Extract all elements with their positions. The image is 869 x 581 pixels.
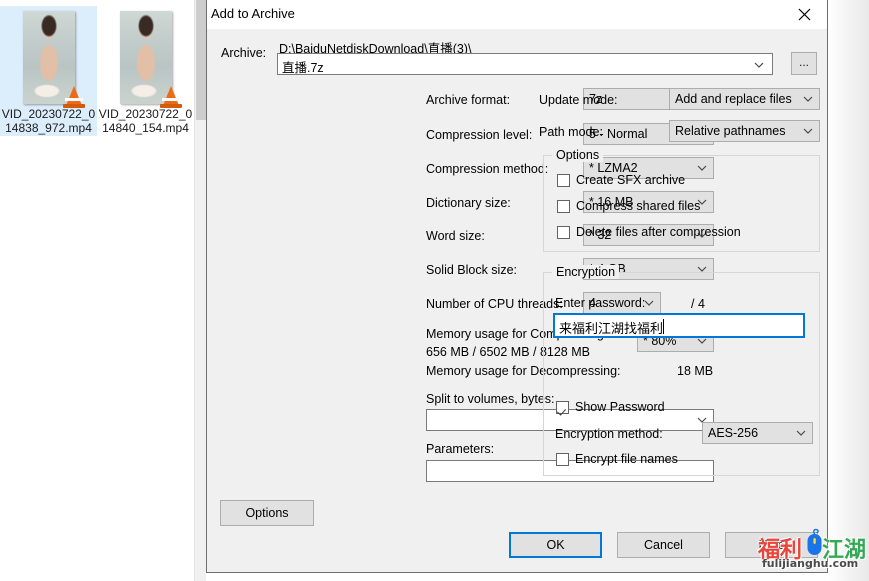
encryption-method-combobox[interactable]: AES-256 [702, 422, 813, 444]
encrypt-file-names-label: Encrypt file names [575, 452, 678, 466]
delete-files-after-compression-checkbox[interactable]: Delete files after compression [557, 225, 741, 239]
dictionary-size-label: Dictionary size: [426, 196, 511, 210]
checkbox-box [557, 173, 570, 187]
update-mode-value: Add and replace files [675, 92, 792, 106]
archive-name-value: 直播.7z [282, 61, 324, 75]
password-value: 来福利江湖找福利 [559, 322, 664, 337]
compress-shared-files-checkbox[interactable]: Compress shared files [557, 199, 700, 213]
file-item[interactable]: VID_20230722_014840_154.mp4 [97, 6, 194, 136]
scrollbar-thumb[interactable] [196, 0, 206, 120]
close-icon[interactable] [782, 0, 827, 29]
split-volumes-label: Split to volumes, bytes: [426, 392, 555, 406]
compression-method-label: Compression method: [426, 162, 549, 176]
enter-password-label: Enter password: [555, 296, 646, 310]
dialog-titlebar: Add to Archive [207, 0, 827, 29]
checkbox-box [556, 400, 569, 414]
path-mode-label: Path mode: [539, 125, 603, 139]
archive-label: Archive: [221, 46, 267, 60]
desktop-background [828, 0, 869, 581]
text-caret [663, 319, 664, 334]
show-password-label: Show Password [575, 400, 665, 414]
checkbox-box [557, 199, 570, 213]
compress-shared-files-label: Compress shared files [576, 199, 701, 213]
file-name-label: VID_20230722_014838_972.mp4 [1, 107, 96, 135]
video-thumbnail [22, 11, 85, 108]
options-group-title: Options [552, 148, 604, 162]
update-mode-combobox[interactable]: Add and replace files [669, 88, 820, 110]
solid-block-size-label: Solid Block size: [426, 263, 518, 277]
file-grid: VID_20230722_014838_972.mp4 VID_20230722… [0, 6, 194, 136]
file-name-label: VID_20230722_014840_154.mp4 [98, 107, 193, 135]
vlc-cone-icon [159, 86, 182, 108]
checkbox-box [556, 452, 569, 466]
path-mode-value: Relative pathnames [675, 124, 786, 138]
dialog-title: Add to Archive [211, 6, 295, 21]
help-button[interactable]: Help [725, 532, 818, 558]
update-mode-label: Update mode: [539, 93, 618, 107]
path-mode-combobox[interactable]: Relative pathnames [669, 120, 820, 142]
compression-level-label: Compression level: [426, 128, 533, 142]
explorer-scrollbar[interactable] [194, 0, 206, 581]
archive-format-label: Archive format: [426, 93, 511, 107]
options-button[interactable]: Options [220, 500, 314, 526]
encrypt-file-names-checkbox[interactable]: Encrypt file names [556, 452, 678, 466]
browse-button[interactable]: ... [791, 52, 817, 75]
chevron-down-icon [796, 430, 806, 436]
show-password-checkbox[interactable]: Show Password [556, 400, 665, 414]
password-input[interactable]: 来福利江湖找福利 [553, 313, 805, 338]
chevron-down-icon [803, 128, 813, 134]
encryption-method-value: AES-256 [708, 426, 759, 440]
file-item[interactable]: VID_20230722_014838_972.mp4 [0, 6, 97, 136]
chevron-down-icon [754, 62, 764, 68]
encryption-method-label: Encryption method: [555, 427, 663, 441]
create-sfx-archive-checkbox[interactable]: Create SFX archive [557, 173, 685, 187]
chevron-down-icon [803, 96, 813, 102]
encryption-group-title: Encryption [552, 265, 620, 279]
explorer-window: VID_20230722_014838_972.mp4 VID_20230722… [0, 0, 206, 581]
add-to-archive-dialog: Add to Archive Archive: D:\BaiduNetdiskD… [206, 0, 828, 573]
parameters-label: Parameters: [426, 442, 495, 456]
archive-name-combobox[interactable]: 直播.7z [277, 53, 773, 75]
checkbox-box [557, 225, 570, 239]
ok-button[interactable]: OK [509, 532, 602, 558]
cancel-button[interactable]: Cancel [617, 532, 710, 558]
create-sfx-archive-label: Create SFX archive [576, 173, 686, 187]
word-size-label: Word size: [426, 229, 485, 243]
video-thumbnail [119, 11, 182, 108]
vlc-cone-icon [62, 86, 85, 108]
delete-files-after-compression-label: Delete files after compression [576, 225, 741, 239]
